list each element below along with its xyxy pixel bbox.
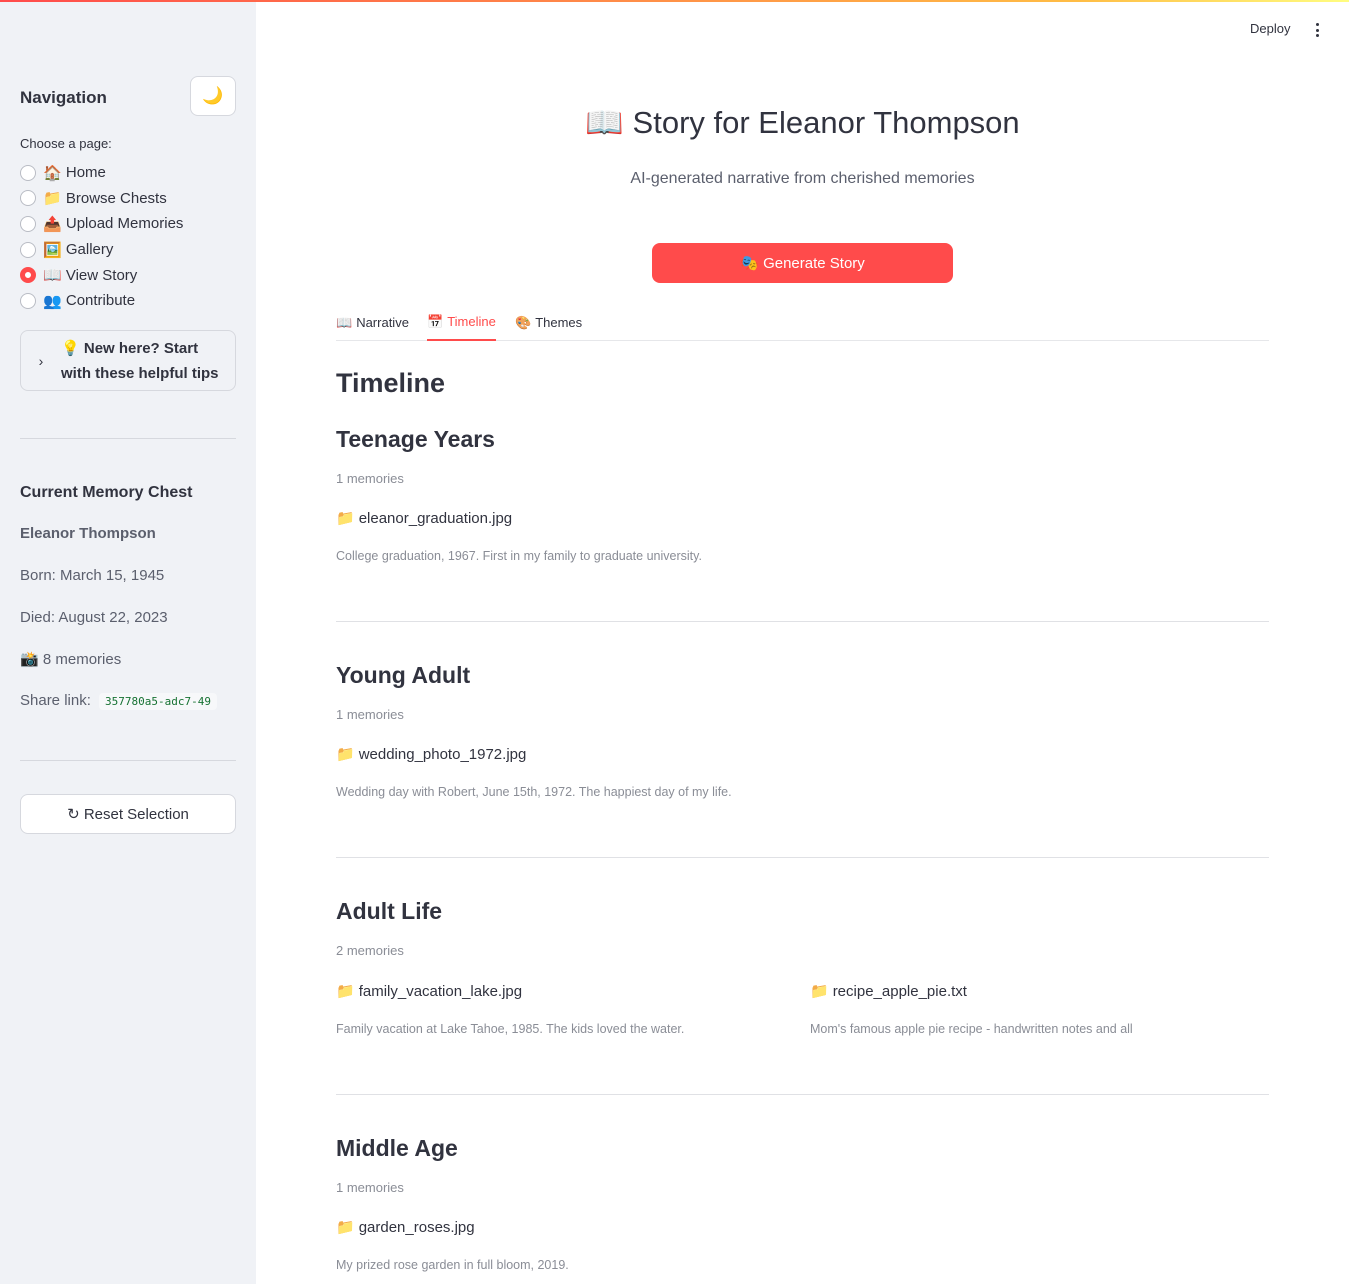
memory-description: Family vacation at Lake Tahoe, 1985. The…: [336, 1022, 685, 1036]
radio-label: Gallery: [65, 241, 114, 259]
tab-themes[interactable]: 🎨 Themes: [515, 304, 582, 341]
folder-icon: 📁: [810, 983, 829, 1000]
reset-selection-button[interactable]: ↻ Reset Selection: [20, 794, 236, 834]
timeline-heading: Timeline: [336, 368, 446, 398]
picture-icon: 🖼️: [43, 241, 62, 259]
section-divider: [336, 857, 1269, 858]
tips-expander[interactable]: › 💡 New here? Start with these helpful t…: [20, 330, 236, 391]
radio-label: Contribute: [65, 292, 136, 310]
tab-narrative[interactable]: 📖 Narrative: [336, 304, 409, 341]
section-title: Adult Life: [336, 898, 443, 924]
section-title: Middle Age: [336, 1135, 458, 1161]
folder-icon: 📁: [336, 746, 355, 763]
chest-name: Eleanor Thompson: [20, 525, 156, 542]
section-count: 2 memories: [336, 943, 404, 958]
lightbulb-icon: 💡: [61, 339, 80, 357]
radio-home[interactable]: 🏠 Home: [20, 160, 236, 186]
radio-button[interactable]: [20, 190, 36, 207]
radio-button[interactable]: [20, 292, 36, 309]
tab-timeline[interactable]: 📅 Timeline: [427, 304, 496, 341]
radio-button[interactable]: [20, 241, 36, 258]
radio-gallery[interactable]: 🖼️ Gallery: [20, 237, 236, 263]
page-radio-group: 🏠 Home 📁 Browse Chests 📤 Upload Memories…: [20, 160, 236, 314]
section-count: 1 memories: [336, 707, 404, 722]
chest-memory-count: 📸 8 memories: [20, 651, 122, 668]
moon-icon: 🌙: [202, 86, 224, 105]
section-count: 1 memories: [336, 471, 404, 486]
generate-story-button[interactable]: 🎭 Generate Story: [652, 243, 953, 283]
page-title: 📖 Story for Eleanor Thompson: [585, 105, 1020, 140]
upload-icon: 📤: [43, 215, 62, 233]
radio-label: View Story: [65, 266, 138, 284]
chest-died: Died: August 22, 2023: [20, 609, 168, 626]
radio-browse-chests[interactable]: 📁 Browse Chests: [20, 186, 236, 212]
folder-icon: 📁: [336, 1219, 355, 1236]
memory-description: Wedding day with Robert, June 15th, 1972…: [336, 785, 732, 799]
memory-description: College graduation, 1967. First in my fa…: [336, 549, 702, 563]
memory-description: Mom's famous apple pie recipe - handwrit…: [810, 1022, 1133, 1036]
memory-filename[interactable]: 📁 recipe_apple_pie.txt: [810, 982, 967, 1000]
book-icon: 📖: [336, 314, 353, 330]
radio-contribute[interactable]: 👥 Contribute: [20, 288, 236, 314]
sidebar-title: Navigation: [20, 88, 107, 107]
radio-label: Browse Chests: [65, 189, 167, 207]
folder-icon: 📁: [336, 983, 355, 1000]
chest-section-title: Current Memory Chest: [20, 484, 193, 501]
chest-born: Born: March 15, 1945: [20, 567, 165, 584]
top-decoration-bar: [0, 0, 1349, 2]
radio-label: Upload Memories: [65, 215, 184, 233]
home-icon: 🏠: [43, 164, 62, 182]
book-icon: 📖: [585, 105, 624, 140]
folder-icon: 📁: [43, 190, 62, 208]
sidebar-divider: [20, 438, 236, 439]
camera-icon: 📸: [20, 651, 39, 668]
memory-filename[interactable]: 📁 family_vacation_lake.jpg: [336, 982, 522, 1000]
section-title: Young Adult: [336, 662, 471, 688]
radio-upload-memories[interactable]: 📤 Upload Memories: [20, 211, 236, 237]
section-count: 1 memories: [336, 1180, 404, 1195]
share-link-row: Share link: 357780a5-adc7-49: [20, 692, 218, 710]
book-icon: 📖: [43, 267, 62, 285]
theme-toggle-button[interactable]: 🌙: [190, 76, 236, 116]
tips-label: 💡 New here? Start with these helpful tip…: [61, 339, 219, 382]
memory-filename[interactable]: 📁 wedding_photo_1972.jpg: [336, 745, 526, 763]
chevron-right-icon: ›: [38, 352, 44, 369]
memory-filename[interactable]: 📁 garden_roses.jpg: [336, 1218, 475, 1236]
memory-filename[interactable]: 📁 eleanor_graduation.jpg: [336, 509, 512, 527]
radio-label: Home: [65, 164, 106, 182]
page-subtitle: AI-generated narrative from cherished me…: [630, 170, 975, 187]
page-selector-label: Choose a page:: [20, 136, 112, 151]
radio-button-selected[interactable]: [20, 267, 36, 284]
palette-icon: 🎨: [515, 314, 532, 330]
main-content: 📖 Story for Eleanor Thompson AI-generate…: [256, 0, 1349, 1284]
sidebar-divider: [20, 760, 236, 761]
radio-view-story[interactable]: 📖 View Story: [20, 262, 236, 288]
people-icon: 👥: [43, 292, 62, 310]
section-divider: [336, 621, 1269, 622]
share-link-label: Share link:: [20, 692, 91, 709]
radio-button[interactable]: [20, 164, 36, 181]
sidebar-header: Navigation 🌙: [20, 76, 236, 116]
section-title: Teenage Years: [336, 426, 495, 452]
story-tabs: 📖 Narrative 📅 Timeline 🎨 Themes: [336, 304, 1269, 341]
section-divider: [336, 1094, 1269, 1095]
masks-icon: 🎭: [740, 255, 759, 272]
calendar-icon: 📅: [427, 313, 444, 329]
radio-button[interactable]: [20, 215, 36, 232]
folder-icon: 📁: [336, 510, 355, 527]
memory-description: My prized rose garden in full bloom, 201…: [336, 1258, 569, 1272]
sidebar: Navigation 🌙 Choose a page: 🏠 Home 📁 Bro…: [0, 0, 256, 1284]
share-link-code[interactable]: 357780a5-adc7-49: [99, 693, 218, 710]
